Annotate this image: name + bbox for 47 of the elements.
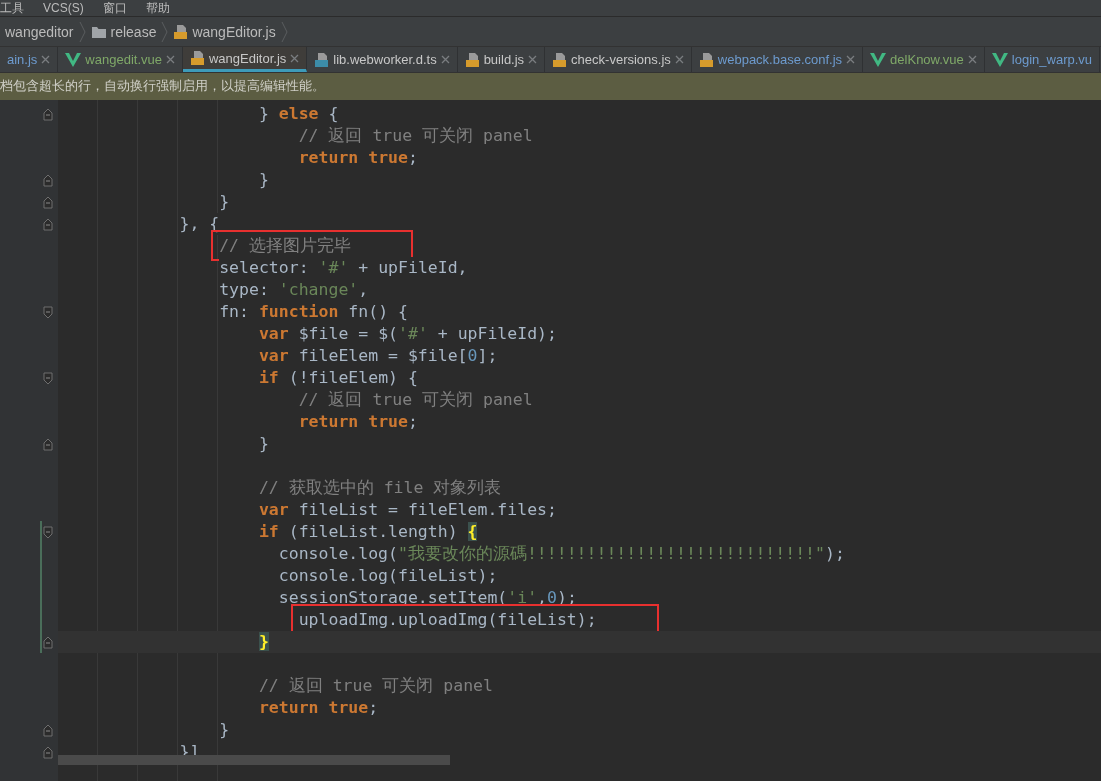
ts-file-icon — [314, 51, 330, 68]
js-file-icon — [190, 50, 205, 66]
fold-icon[interactable] — [43, 196, 53, 209]
breadcrumb-item[interactable]: wangEditor.js — [192, 23, 276, 40]
close-icon — [846, 55, 856, 64]
fold-icon[interactable] — [43, 108, 53, 121]
fold-icon[interactable] — [43, 438, 53, 451]
vue-icon — [991, 51, 1008, 68]
close-icon — [674, 55, 684, 64]
js-file-icon — [552, 51, 568, 68]
fold-icon[interactable] — [43, 746, 53, 759]
js-file-icon — [464, 51, 480, 68]
js-file-icon — [173, 23, 189, 40]
editor-tab[interactable]: delKnow.vue — [863, 47, 985, 72]
close-icon — [41, 55, 51, 64]
notification-text: 档包含超长的行，自动换行强制启用，以提高编辑性能。 — [0, 78, 325, 95]
fold-icon[interactable] — [43, 218, 53, 231]
editor-tab[interactable]: check-versions.js — [545, 47, 692, 72]
fold-icon[interactable] — [43, 724, 53, 737]
editor-tab[interactable]: login_warp.vu — [984, 47, 1101, 72]
editor-tab[interactable]: build.js — [457, 47, 546, 72]
close-icon — [967, 55, 977, 64]
fold-icon[interactable] — [43, 174, 53, 187]
fold-icon[interactable] — [43, 526, 53, 539]
vue-icon — [870, 51, 887, 68]
fold-icon[interactable] — [43, 372, 53, 385]
menu-item[interactable]: 工具 — [0, 0, 24, 16]
menu-item[interactable]: 帮助 — [145, 0, 170, 16]
close-icon — [528, 55, 538, 64]
menu-item[interactable]: VCS(S) — [43, 0, 84, 16]
editor-tab[interactable]: webpack.base.conf.js — [691, 47, 864, 72]
editor-tab[interactable]: wangedit.vue — [58, 47, 183, 72]
editor-tab[interactable]: lib.webworker.d.ts — [307, 47, 458, 72]
close-icon — [166, 55, 175, 64]
js-file-icon — [698, 51, 714, 68]
fold-icon[interactable] — [43, 636, 53, 649]
scrollbar[interactable] — [58, 755, 450, 765]
code-line: } — [258, 631, 269, 653]
vue-icon — [65, 51, 82, 68]
close-icon — [290, 53, 300, 63]
fold-icon[interactable] — [43, 306, 53, 319]
close-icon — [440, 55, 450, 64]
menu-item[interactable]: 窗口 — [102, 0, 127, 16]
breadcrumb-item[interactable]: release — [110, 23, 157, 40]
editor-tab[interactable]: ain.js — [0, 47, 59, 72]
editor-tab[interactable]: wangEditor.js — [183, 47, 308, 72]
breadcrumb-item[interactable]: wangeditor — [5, 23, 74, 40]
